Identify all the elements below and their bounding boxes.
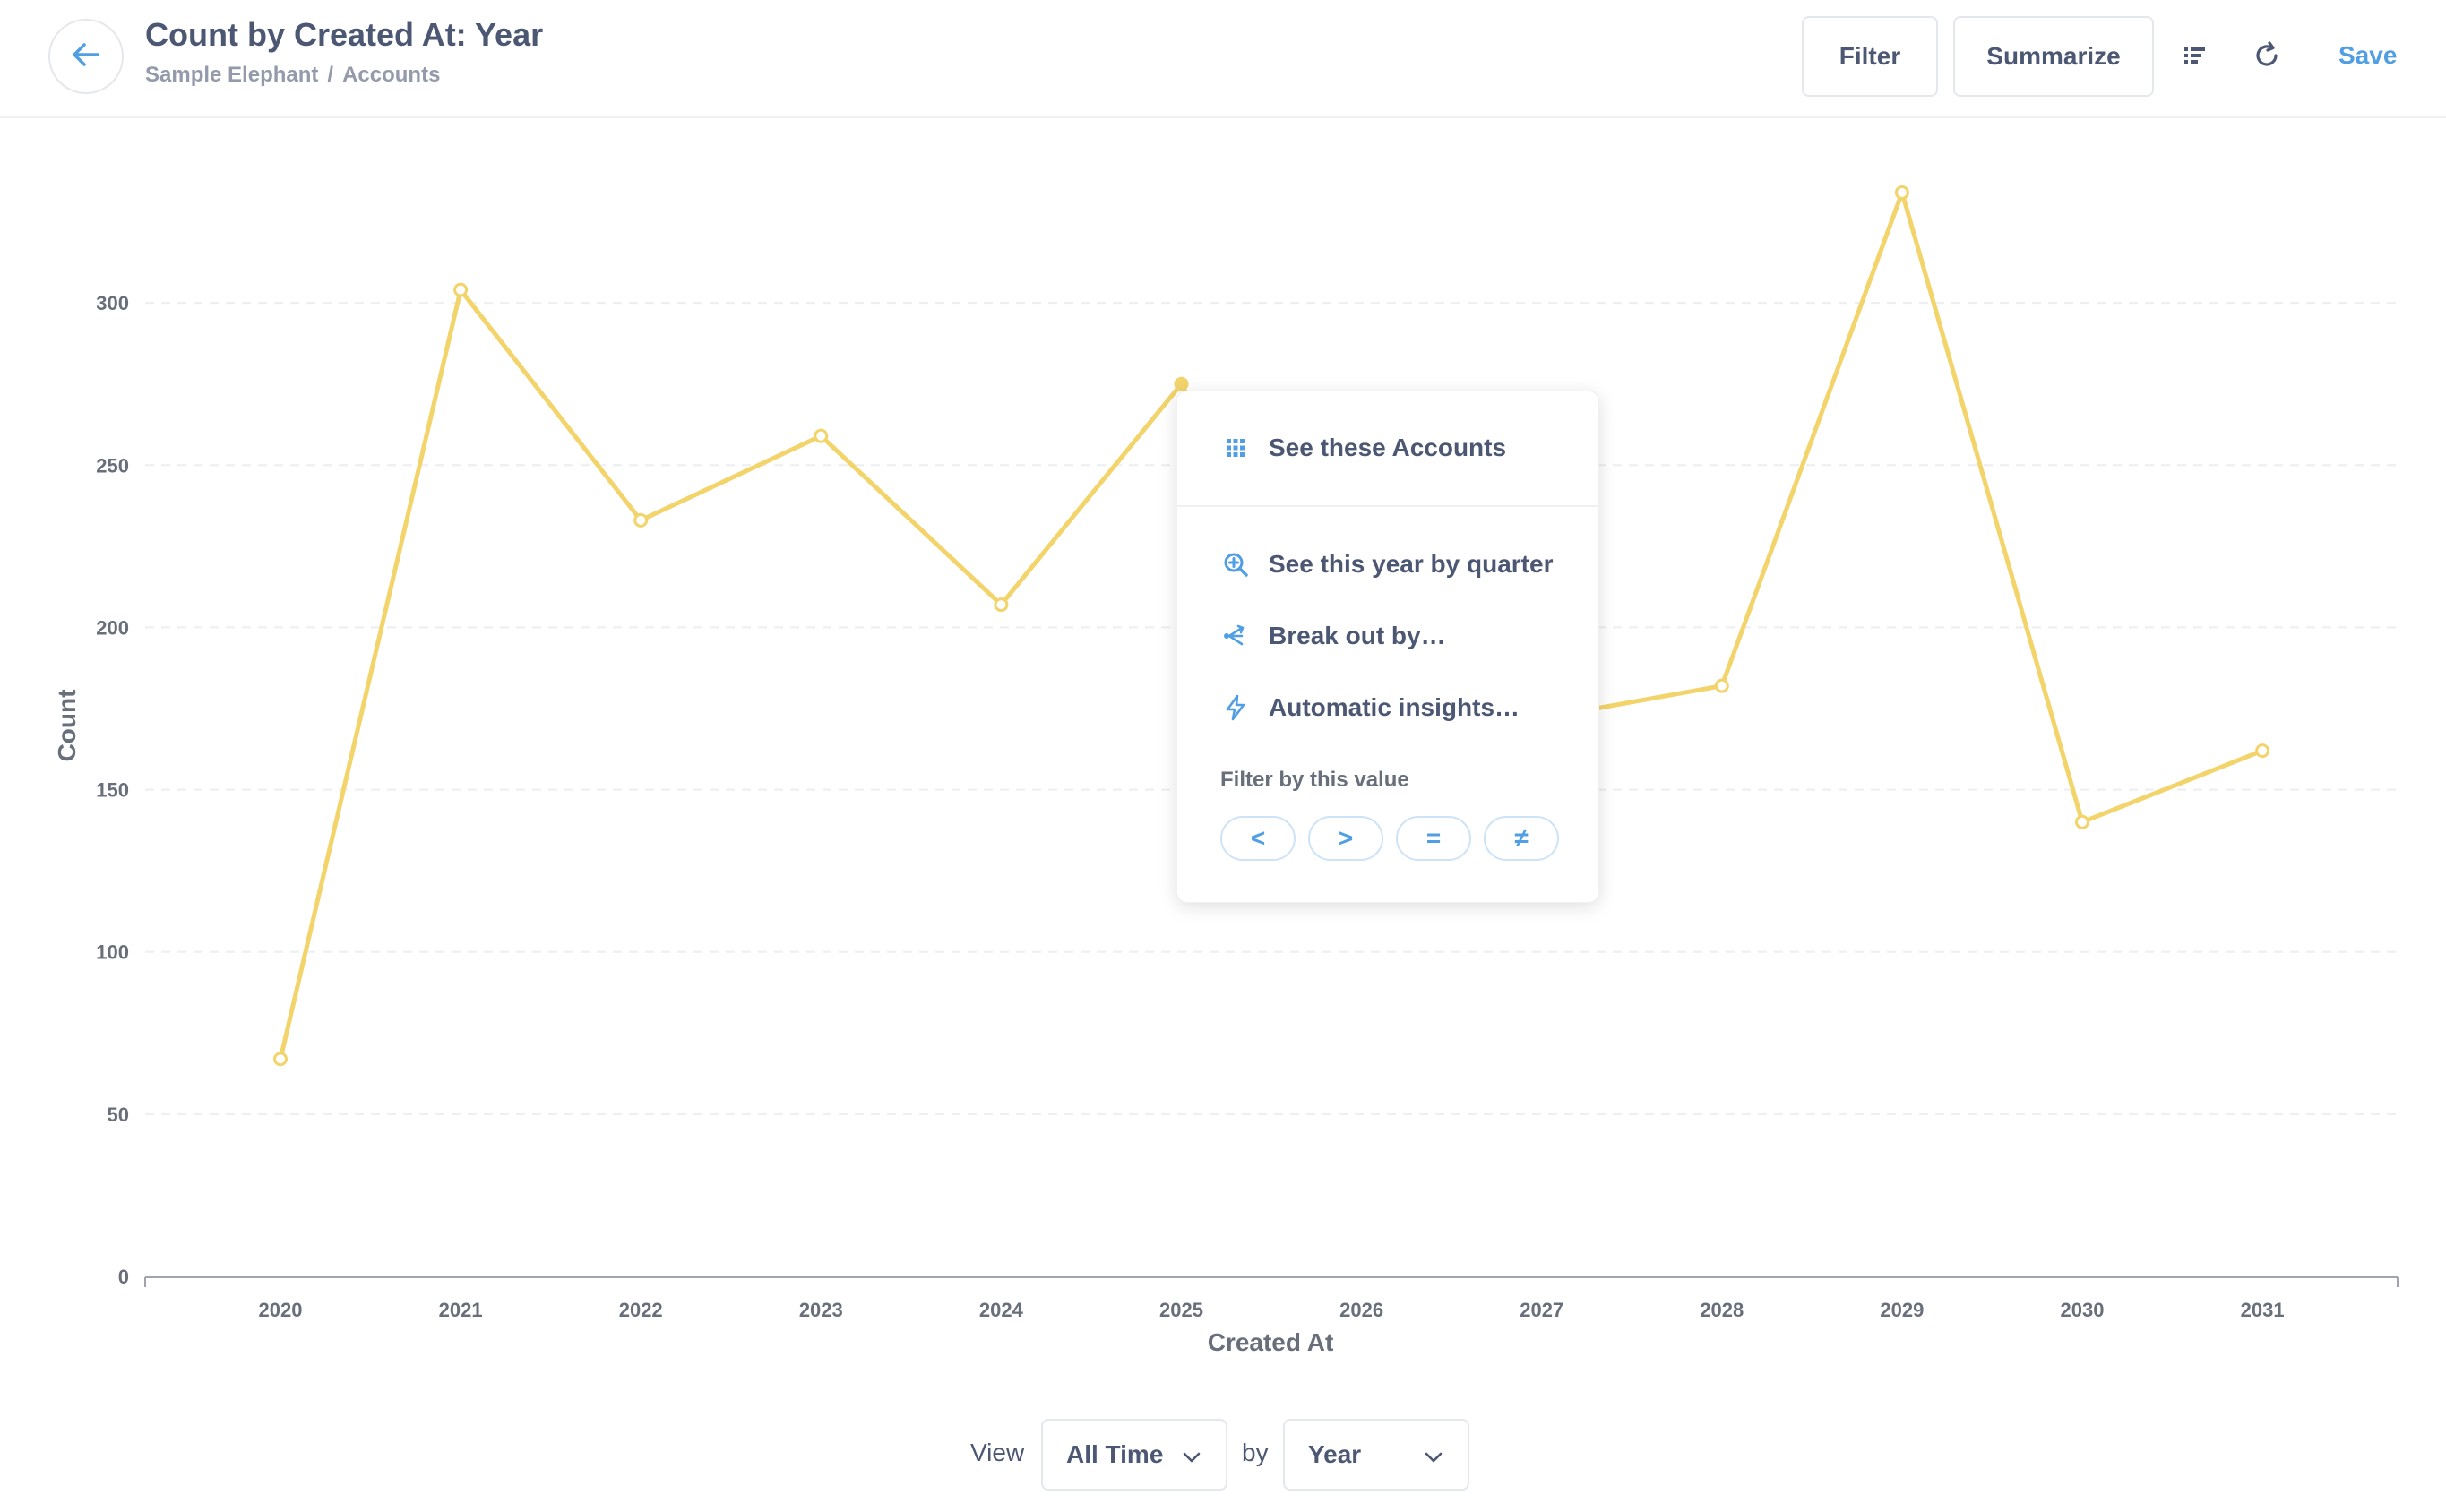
save-button[interactable]: Save [2338,41,2397,70]
click-actions-popover: See these Accounts See this year by quar… [1176,391,1599,903]
x-tick-label: 2022 [619,1299,663,1321]
time-unit-value: Year [1308,1440,1362,1468]
see-records-action[interactable]: See these Accounts [1220,433,1506,463]
page-title: Count by Created At: Year [145,16,544,53]
filter-greater-than-button[interactable]: > [1308,816,1383,861]
filter-less-than-button[interactable]: < [1220,816,1296,861]
x-tick-label: 2028 [1700,1299,1744,1321]
breakout-action[interactable]: Break out by… [1220,621,1446,651]
time-range-value: All Time [1066,1440,1164,1468]
data-point [2255,743,2270,759]
zoom-in-icon [1220,549,1251,580]
y-tick-label: 300 [96,292,129,314]
x-tick-label: 2027 [1520,1299,1563,1321]
data-point [273,1052,288,1067]
breakout-label: Break out by… [1269,622,1446,649]
filter-button[interactable]: Filter [1802,16,1938,97]
data-point-selected [1174,376,1189,391]
breadcrumb-table[interactable]: Accounts [342,63,440,87]
x-tick-label: 2024 [979,1299,1024,1321]
breadcrumb-database[interactable]: Sample Elephant [145,63,318,87]
x-tick-label: 2021 [439,1299,483,1321]
x-tick-label: 2031 [2241,1299,2285,1321]
back-button[interactable] [48,19,124,94]
by-label: by [1242,1439,1269,1466]
grid-icon [1220,433,1251,463]
filter-not-equal-button[interactable]: ≠ [1484,816,1559,861]
chevron-down-icon [1423,1446,1444,1474]
x-axis-title: Created At [1208,1328,1334,1356]
query-header: Count by Created At: Year Sample Elephan… [0,0,2446,118]
data-point [2075,814,2089,829]
x-tick-label: 2030 [2061,1299,2105,1321]
bolt-icon [1220,692,1251,723]
y-tick-label: 50 [108,1104,129,1126]
breakout-icon [1220,621,1251,651]
zoom-quarter-label: See this year by quarter [1269,550,1554,578]
x-tick-label: 2020 [259,1299,303,1321]
notebook-icon[interactable] [2175,36,2215,75]
y-axis-title: Count [53,690,81,762]
time-unit-select[interactable]: Year [1283,1419,1469,1491]
summarize-button[interactable]: Summarize [1953,16,2154,97]
y-tick-label: 0 [118,1266,129,1288]
x-tick-label: 2025 [1159,1299,1203,1321]
data-point [633,512,649,528]
arrow-left-icon [71,39,101,74]
x-tick-label: 2029 [1880,1299,1924,1321]
zoom-quarter-action[interactable]: See this year by quarter [1220,549,1553,580]
y-tick-label: 150 [96,779,129,802]
y-tick-label: 200 [96,616,129,639]
breadcrumb: Sample Elephant / Accounts [145,63,440,88]
data-point [814,428,829,443]
view-label: View [970,1439,1025,1466]
x-tick-label: 2023 [799,1299,843,1321]
filter-by-value-label: Filter by this value [1220,768,1409,792]
time-range-select[interactable]: All Time [1041,1419,1227,1491]
insights-label: Automatic insights… [1269,693,1520,721]
refresh-icon[interactable] [2247,36,2287,75]
y-tick-label: 250 [96,454,129,477]
filter-equal-button[interactable]: = [1396,816,1471,861]
breadcrumb-separator: / [327,63,334,87]
y-tick-label: 100 [96,941,129,964]
data-point [453,282,469,297]
chevron-down-icon [1181,1446,1202,1474]
data-point [1714,678,1729,693]
see-records-label: See these Accounts [1269,434,1507,461]
data-point [1894,185,1909,200]
insights-action[interactable]: Automatic insights… [1220,692,1520,723]
popover-divider [1177,505,1598,507]
x-tick-label: 2026 [1339,1299,1383,1321]
data-point [994,597,1009,613]
